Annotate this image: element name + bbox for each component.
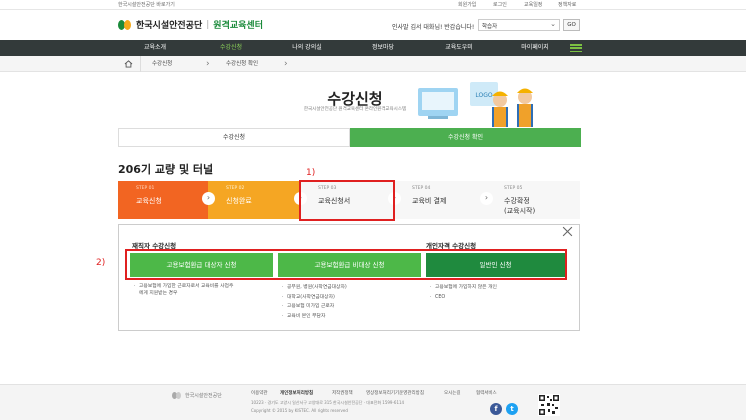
list-item: · 교육비 본인 부담자 [282,313,326,319]
step-label: 교육신청 [136,197,162,205]
logo-divider: | [206,19,210,30]
footer-link-terms[interactable]: 이용약관 [251,390,268,396]
annotation-label-1: 1) [306,168,316,178]
step-number: STEP 05 [504,186,523,191]
org-shortcut-link[interactable]: 한국시설안전공단 바로가기 [118,1,175,8]
schedule-link[interactable]: 교육일정 [524,1,542,8]
list-item: · 대학교(사학연금대상자) [282,294,335,300]
nav-item-mypage[interactable]: 마이페이지 [500,40,570,56]
footer-address: 10223 · 경기도 고양시 일산서구 고양대로 315 한국시설안전공단 ·… [251,400,405,405]
footer-link-cctv[interactable]: 영상정보처리기기운영관리방침 [366,390,424,396]
logo-icon [118,19,132,30]
go-button[interactable]: GO [563,19,580,31]
step-number: STEP 01 [136,186,155,191]
step-2: STEP 02 신청완료 [208,181,300,219]
top-utility-bar: 한국시설안전공단 바로가기 회원가입 로그인 교육일정 정책자료 [0,0,746,10]
footer-copyright: Copyright © 2015 by KISTEC. All rights r… [251,408,348,413]
list-item: · 공무원, 병원(사학연금대상자) [282,285,347,290]
main-nav: 교육소개 수강신청 나의 강의실 정보마당 교육도우미 마이페이지 [0,40,746,56]
step-label-sub: (교육시작) [504,207,536,215]
footer-link-copyright[interactable]: 저작권정책 [332,390,353,396]
list-item: 에게 지원받는 경우 [139,291,178,296]
general-description: · 고용보험에 가입하지 않은 개인 · CEO [430,283,497,302]
site-logo[interactable]: 한국시설안전공단 | 원격교육센터 [118,18,263,31]
hamburger-menu-icon[interactable] [570,44,582,53]
list-item: · CEO [430,294,446,300]
search-select-value: 학습자 [482,24,498,30]
footer-link-directions[interactable]: 오시는길 [444,390,461,396]
chevron-right-icon: › [284,59,288,69]
org-name: 한국시설안전공단 [136,21,203,31]
nav-item-my-classroom[interactable]: 나의 강의실 [272,40,342,56]
step-number: STEP 04 [412,186,431,191]
nav-item-info[interactable]: 정보마당 [348,40,418,56]
list-item: · 고용보험에 가입한 근로자로서 교육비를 사업주 [134,284,234,289]
step-label: 수강확정 [504,197,530,205]
noninsured-description: · 공무원, 병원(사학연금대상자) · 대학교(사학연금대상자) · 고용보험 미가… [282,283,347,321]
policy-link[interactable]: 정책자료 [558,1,576,8]
breadcrumb: 수강신청 › 수강신청 확인 › [0,56,746,72]
close-icon[interactable] [562,226,573,237]
chevron-right-icon: › [480,192,493,205]
tab-confirm[interactable]: 수강신청 확인 [350,128,581,147]
course-title: 206기 교량 및 터널 [118,163,214,176]
step-label: 신청완료 [226,197,252,205]
list-item: · 고용보험에 가입하지 않은 개인 [430,285,497,290]
annotation-label-2: 2) [96,258,106,268]
facebook-icon[interactable]: f [490,403,502,415]
chevron-down-icon: ⌄ [550,20,556,28]
step-number: STEP 02 [226,186,245,191]
search-select[interactable]: 학습자 ⌄ [478,19,560,31]
breadcrumb-item-apply[interactable]: 수강신청 [152,56,172,72]
step-4: STEP 04 교육비 결제 [394,181,486,219]
nav-item-intro[interactable]: 교육소개 [120,40,190,56]
page-subtitle: 한국시설안전공단 원격교육센터 온라인원격교육시스템 [303,107,407,112]
login-link[interactable]: 로그인 [493,1,507,8]
step-1: STEP 01 교육신청 [118,181,208,219]
twitter-icon[interactable]: t [506,403,518,415]
list-item: · 고용보험 미가입 근로자 [282,304,335,309]
chevron-right-icon: › [206,59,210,69]
footer-logo: 한국시설안전공단 [172,392,222,399]
site-header: 한국시설안전공단 | 원격교육센터 인사말 김서 대화님! 반갑습니다! 학습자… [0,10,746,40]
footer-org-name: 한국시설안전공단 [185,393,222,399]
tab-apply[interactable]: 수강신청 [118,128,350,147]
workers-illustration: LOGO [418,82,533,127]
footer-link-partner[interactable]: 협력서비스 [476,390,497,396]
qr-code-icon [538,394,560,416]
breadcrumb-item-confirm[interactable]: 수강신청 확인 [226,56,258,72]
center-name: 원격교육센터 [213,21,263,31]
greeting-text: 인사말 김서 대화님! 반갑습니다! [392,24,475,31]
svg-text:LOGO: LOGO [475,92,493,99]
footer-link-privacy[interactable]: 개인정보처리방침 [280,390,313,396]
logo-icon [172,392,182,399]
chevron-right-icon: › [202,192,215,205]
home-icon[interactable] [124,60,133,68]
nav-item-apply[interactable]: 수강신청 [196,40,266,56]
annotation-box-1 [299,180,395,221]
nav-item-help[interactable]: 교육도우미 [424,40,494,56]
step-label: 교육비 결제 [412,197,447,205]
annotation-box-2 [125,249,567,280]
step-5: STEP 05 수강확정 (교육시작) [486,181,580,219]
insured-description: · 고용보험에 가입한 근로자로서 교육비를 사업주 에게 지원받는 경우 [134,283,233,297]
signup-link[interactable]: 회원가입 [458,1,476,8]
